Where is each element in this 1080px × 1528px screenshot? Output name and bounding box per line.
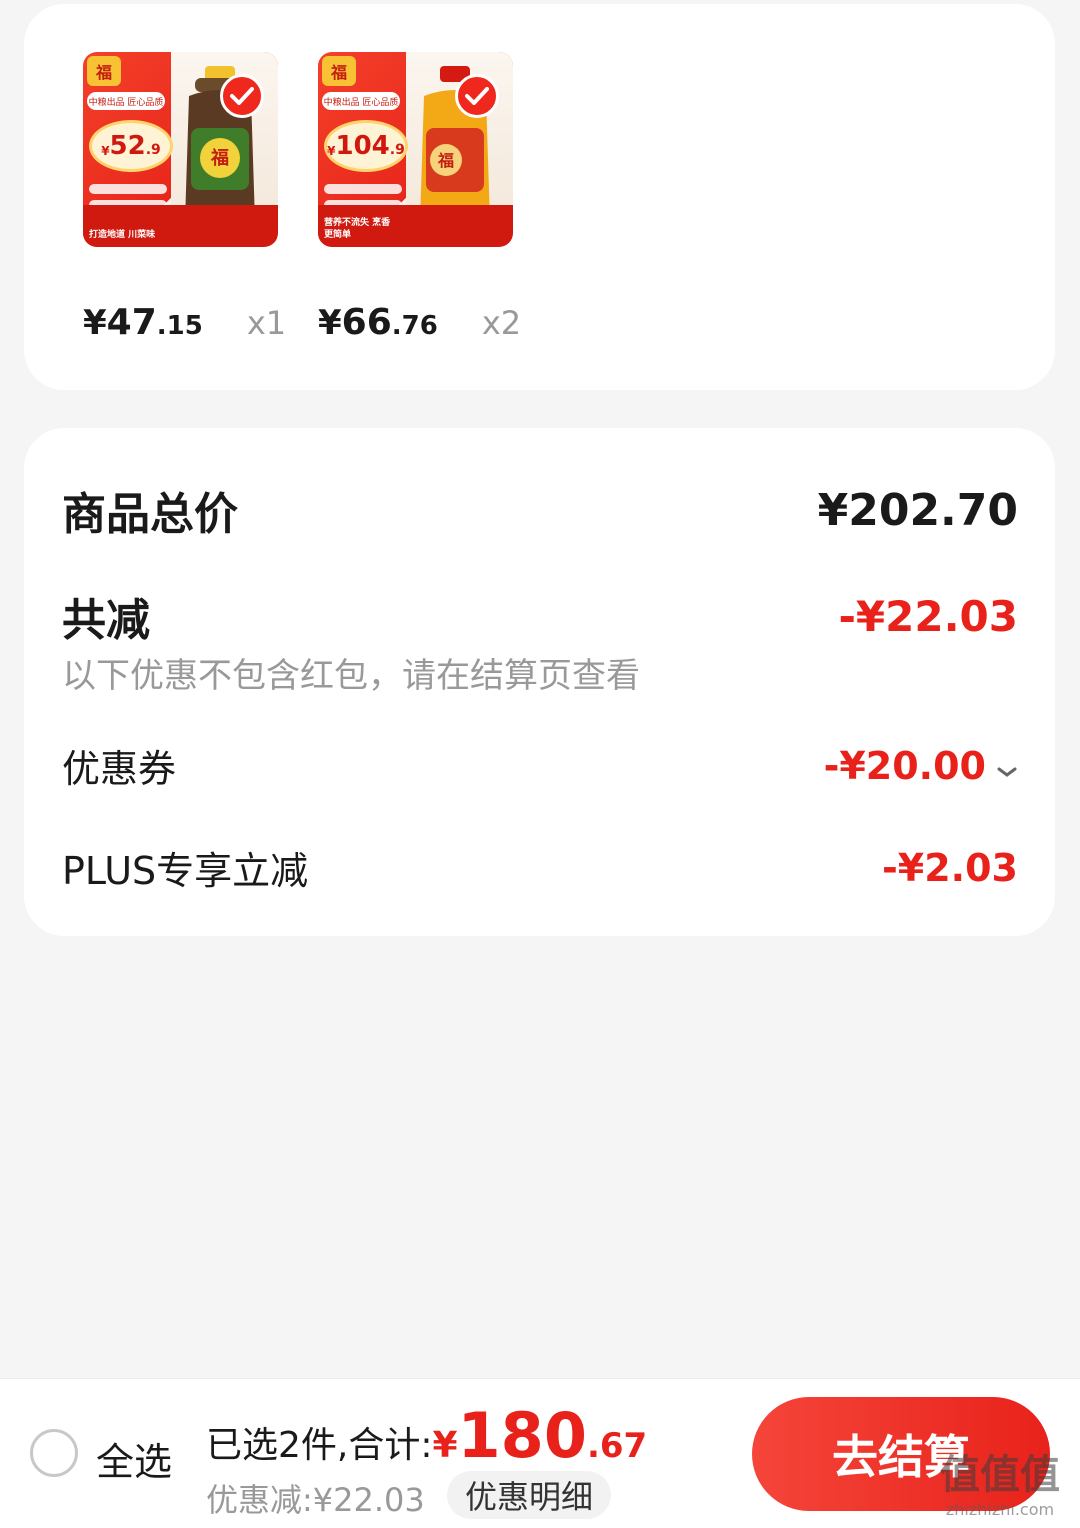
thumb-slogan: 营养不流失 烹香更简单 — [324, 218, 391, 240]
promo-tag: 中粮出品 匠心品质 — [322, 92, 400, 110]
total-discount-label: 共减 — [62, 595, 150, 646]
plus-discount-row: PLUS专享立减 -¥2.03 — [62, 840, 1018, 895]
plus-discount-label: PLUS专享立减 — [62, 849, 309, 893]
promo-tag: 中粮出品 匠心品质 — [87, 92, 165, 110]
select-all-radio[interactable] — [30, 1429, 78, 1477]
brand-logo: 福 — [322, 56, 356, 86]
coupon-label: 优惠券 — [62, 747, 177, 791]
select-all-label[interactable]: 全选 — [96, 1431, 172, 1486]
product-item[interactable]: 福 中粮出品 匠心品质 ¥104.9 福 营养不流失 烹香更简单 ¥66.76 … — [318, 52, 521, 343]
selected-check-icon[interactable] — [220, 74, 264, 118]
total-price-row: 商品总价 ¥202.70 — [62, 478, 1018, 542]
chevron-down-icon[interactable] — [996, 744, 1018, 788]
product-quantity: x2 — [481, 304, 522, 342]
coupon-value[interactable]: -¥20.00 — [824, 744, 1018, 788]
product-price: ¥66.76 x2 — [318, 302, 522, 343]
svg-text:福: 福 — [437, 151, 454, 170]
product-price: ¥47.15 x1 — [83, 302, 287, 343]
svg-text:福: 福 — [210, 147, 229, 169]
product-item[interactable]: 福 中粮出品 匠心品质 ¥52.9 福 打造地道 川菜味 ¥47.15 x1 — [83, 52, 286, 343]
selected-products-card: 福 中粮出品 匠心品质 ¥52.9 福 打造地道 川菜味 ¥47.15 x1 福… — [24, 4, 1055, 390]
brand-logo: 福 — [87, 56, 121, 86]
discount-amount: 优惠减:¥22.03 — [206, 1481, 425, 1519]
total-discount-value: -¥22.03 — [838, 591, 1018, 641]
watermark: 值值值 zhizhizhi.com — [940, 1451, 1060, 1519]
discount-detail-button[interactable]: 优惠明细 — [447, 1471, 612, 1519]
discount-note: 以下优惠不包含红包，请在结算页查看 — [62, 656, 640, 696]
plus-discount-value: -¥2.03 — [882, 845, 1018, 890]
selected-check-icon[interactable] — [455, 74, 499, 118]
thumb-price-badge: ¥104.9 — [324, 120, 408, 172]
total-price-label: 商品总价 — [62, 489, 238, 540]
selected-total: 已选2件,合计: ¥180.67 — [206, 1399, 648, 1472]
total-discount-row: 共减 -¥22.03 — [62, 584, 1018, 648]
checkout-bar: 全选 已选2件,合计: ¥180.67 优惠减:¥22.03 优惠明细 去结算 — [0, 1378, 1080, 1528]
thumb-slogan: 打造地道 川菜味 — [89, 230, 156, 240]
coupon-row[interactable]: 优惠券 -¥20.00 — [62, 738, 1018, 793]
thumb-price-badge: ¥52.9 — [89, 120, 173, 172]
product-quantity: x1 — [246, 304, 287, 342]
total-price-value: ¥202.70 — [817, 484, 1018, 536]
price-summary-card: 商品总价 ¥202.70 共减 -¥22.03 以下优惠不包含红包，请在结算页查… — [24, 428, 1055, 936]
